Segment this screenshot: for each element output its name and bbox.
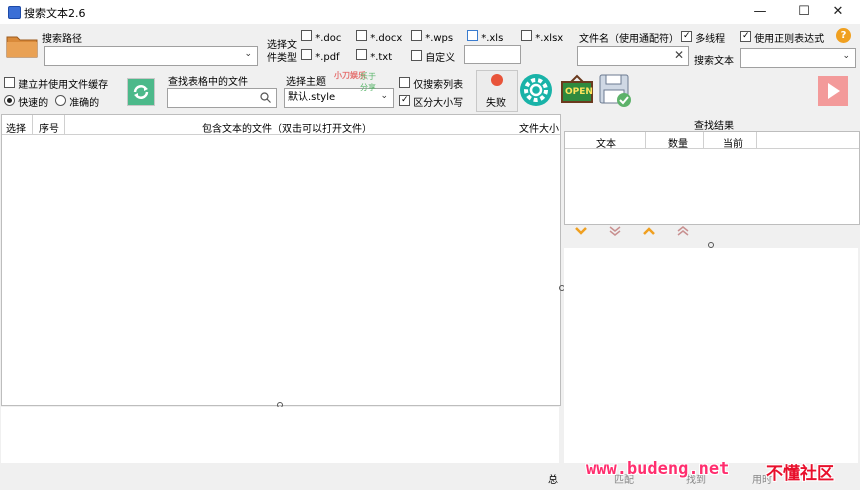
file-type-label-2: 件类型 (267, 53, 297, 64)
col-current[interactable]: 当前 (723, 135, 743, 150)
search-icon (260, 92, 271, 103)
status-total: 总 (548, 475, 558, 486)
toolbar-row-1: 搜索路径 ⌄ 选择文 件类型 *.doc *.docx *.wps *.xls … (0, 24, 860, 70)
table-search-label: 查找表格中的文件 (168, 77, 248, 88)
filetype-txt[interactable]: *.txt (356, 49, 392, 63)
prev-chevron-icon[interactable] (642, 226, 656, 239)
watermark-url: www.budeng.net (586, 459, 730, 479)
app-icon (8, 6, 21, 19)
col-file[interactable]: 包含文本的文件（双击可以打开文件） (202, 120, 372, 135)
filetype-wps[interactable]: *.wps (411, 30, 453, 44)
search-path-label: 搜索路径 (42, 34, 82, 45)
next-chevron-icon[interactable] (574, 226, 588, 239)
col-count[interactable]: 数量 (668, 135, 688, 150)
preview-pane (1, 407, 559, 463)
clear-icon[interactable]: ✕ (674, 48, 684, 62)
chevron-down-icon: ⌄ (244, 49, 252, 59)
search-path-dropdown[interactable]: ⌄ (44, 46, 258, 66)
fail-button[interactable]: 失败 (476, 70, 518, 112)
case-sensitive-checkbox[interactable]: 区分大小写 (399, 94, 463, 109)
start-button[interactable] (818, 76, 848, 106)
settings-gear-icon[interactable] (518, 72, 554, 108)
theme-value: 默认.style (288, 92, 336, 103)
refresh-button[interactable] (127, 78, 155, 106)
multithread-checkbox[interactable]: 多线程 (681, 30, 725, 45)
results-table-header: 文本 数量 当前 (565, 132, 859, 150)
folder-icon[interactable] (6, 32, 38, 58)
filetype-custom[interactable]: 自定义 (411, 49, 455, 64)
save-disk-icon[interactable] (599, 74, 632, 108)
results-table[interactable]: 文本 数量 当前 (564, 131, 860, 225)
filetype-pdf[interactable]: *.pdf (301, 49, 340, 63)
search-text-dropdown[interactable]: ⌄ (740, 48, 856, 68)
refresh-icon (133, 85, 149, 99)
filetype-xls[interactable]: *.xls (467, 30, 503, 44)
filename-filter-input[interactable]: ✕ (577, 46, 689, 66)
regex-checkbox[interactable]: 使用正则表达式 (740, 30, 824, 45)
toolbar-row-2: 建立并使用文件缓存 快速的 准确的 查找表格中的文件 选择主题 默认.style… (0, 70, 860, 112)
search-text-label: 搜索文本 (694, 56, 734, 67)
custom-ext-input[interactable] (464, 45, 521, 64)
open-sign-icon[interactable]: OPEN (561, 74, 593, 106)
only-list-checkbox[interactable]: 仅搜索列表 (399, 76, 463, 91)
filetype-docx[interactable]: *.docx (356, 30, 402, 44)
file-table[interactable]: 选择 序号 包含文本的文件（双击可以打开文件） 文件大小 (1, 114, 561, 406)
accurate-radio[interactable]: 准确的 (55, 94, 99, 109)
status-bar: 总 匹配 找到 用时 www.budeng.net 不懂社区 (0, 459, 860, 490)
filetype-xlsx[interactable]: *.xlsx (521, 30, 563, 44)
theme-label: 选择主题 (286, 77, 326, 88)
table-search-input[interactable] (167, 88, 277, 108)
title-bar: 搜索文本2.6 — ☐ ✕ (0, 0, 860, 24)
watermark-stamp: 小刀娱乐 乐于分享 (334, 71, 376, 92)
col-size[interactable]: 文件大小 (519, 120, 559, 135)
file-table-header: 选择 序号 包含文本的文件（双击可以打开文件） 文件大小 (2, 115, 560, 135)
minimize-button[interactable]: — (738, 0, 782, 24)
chevron-down-icon: ⌄ (842, 51, 850, 61)
col-index[interactable]: 序号 (39, 120, 59, 135)
help-icon[interactable]: ? (836, 28, 851, 43)
results-title-bar: 查找结果 (564, 114, 858, 132)
result-detail-pane (564, 248, 858, 463)
window-title: 搜索文本2.6 (24, 7, 86, 20)
first-double-chevron-icon[interactable] (676, 225, 690, 240)
last-double-chevron-icon[interactable] (608, 225, 622, 240)
filename-filter-label: 文件名（使用通配符） (579, 34, 679, 45)
col-text[interactable]: 文本 (596, 135, 616, 150)
col-select[interactable]: 选择 (6, 120, 26, 135)
play-icon (828, 83, 840, 99)
close-button[interactable]: ✕ (816, 0, 860, 24)
pin-icon (491, 74, 503, 86)
results-title: 查找结果 (694, 121, 734, 132)
fast-radio[interactable]: 快速的 (4, 94, 48, 109)
watermark-site: 不懂社区 (766, 464, 834, 484)
filetype-doc[interactable]: *.doc (301, 30, 341, 44)
cache-checkbox[interactable]: 建立并使用文件缓存 (4, 76, 108, 91)
